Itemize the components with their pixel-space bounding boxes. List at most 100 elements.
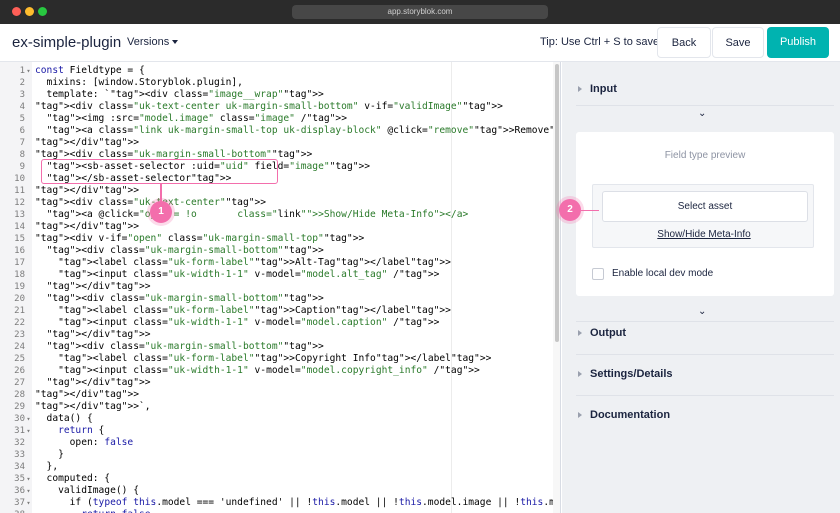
close-window-dot[interactable]: [12, 7, 21, 16]
maximize-window-dot[interactable]: [38, 7, 47, 16]
code-line[interactable]: 3 template: `"tag"><div class="image__wr…: [0, 89, 553, 101]
divider: [576, 395, 834, 396]
code-line[interactable]: 21 "tag"><label class="uk-form-label""ta…: [0, 305, 553, 317]
code-line[interactable]: 5 "tag"><img :src="model.image" class="i…: [0, 113, 553, 125]
fold-toggle-icon[interactable]: ▾: [25, 473, 32, 485]
code-text[interactable]: "tag"><div v-if="open" class="uk-margin-…: [35, 233, 364, 245]
code-line[interactable]: 36 ▾ validImage() {: [0, 485, 553, 497]
code-line[interactable]: 18 "tag"><input class="uk-width-1-1" v-m…: [0, 269, 553, 281]
code-text[interactable]: "tag"><div class="uk-margin-small-bottom…: [35, 341, 324, 353]
code-text[interactable]: }: [35, 449, 64, 461]
section-output-label: Output: [590, 327, 627, 339]
code-line[interactable]: 22 "tag"><input class="uk-width-1-1" v-m…: [0, 317, 553, 329]
code-line[interactable]: 25 "tag"><label class="uk-form-label""ta…: [0, 353, 553, 365]
local-dev-checkbox[interactable]: [592, 268, 604, 280]
code-line[interactable]: 7 "tag"></div"tag">>: [0, 137, 553, 149]
code-text[interactable]: "tag"><label class="uk-form-label""tag">…: [35, 257, 451, 269]
versions-dropdown[interactable]: Versions: [127, 36, 179, 48]
code-text[interactable]: },: [35, 461, 59, 473]
code-line[interactable]: 34 },: [0, 461, 553, 473]
code-text[interactable]: validImage() {: [35, 485, 139, 497]
code-text[interactable]: "tag"></div"tag">>: [35, 329, 151, 341]
code-editor[interactable]: 1 ▾ const Fieldtype = {2 mixins: [window.S…: [0, 62, 561, 513]
section-input[interactable]: Input: [578, 83, 617, 95]
code-line[interactable]: 35 ▾ computed: {: [0, 473, 553, 485]
code-line[interactable]: 12 "tag"><div class="uk-text-center""tag"…: [0, 197, 553, 209]
code-text[interactable]: data() {: [35, 413, 93, 425]
code-line[interactable]: 31 ▾ return {: [0, 425, 553, 437]
code-line[interactable]: 1 ▾ const Fieldtype = {: [0, 65, 553, 77]
code-line[interactable]: 30 ▾ data() {: [0, 413, 553, 425]
code-text[interactable]: "tag"><div class="uk-margin-small-bottom…: [35, 245, 324, 257]
code-line[interactable]: 23 "tag"></div"tag">>: [0, 329, 553, 341]
code-text[interactable]: computed: {: [35, 473, 111, 485]
code-line[interactable]: 14 "tag"></div"tag">>: [0, 221, 553, 233]
code-line[interactable]: 20 "tag"><div class="uk-margin-small-bot…: [0, 293, 553, 305]
code-line[interactable]: 38 return false: [0, 509, 553, 513]
code-line[interactable]: 27 "tag"></div"tag">>: [0, 377, 553, 389]
code-text[interactable]: open: false: [35, 437, 134, 449]
callout-connector: [581, 209, 599, 211]
code-text[interactable]: "tag"><input class="uk-width-1-1" v-mode…: [35, 269, 439, 281]
select-asset-button[interactable]: Select asset: [602, 191, 808, 222]
code-line[interactable]: 4 "tag"><div class="uk-text-center uk-mar…: [0, 101, 553, 113]
code-text[interactable]: return {: [35, 425, 104, 437]
publish-button[interactable]: Publish: [767, 27, 829, 58]
browser-chrome: app.storyblok.com: [0, 0, 840, 24]
code-line[interactable]: 37 ▾ if (typeof this.model === 'undefined…: [0, 497, 560, 509]
section-output[interactable]: Output: [578, 327, 626, 339]
fold-toggle-icon[interactable]: ▾: [25, 413, 32, 425]
code-line[interactable]: 6 "tag"><a class="link uk-margin-small-t…: [0, 125, 560, 137]
fold-toggle-icon[interactable]: ▾: [25, 425, 32, 437]
code-text[interactable]: "tag"><a class="link uk-margin-small-top…: [35, 125, 560, 137]
code-text[interactable]: "tag"></div"tag">>: [35, 281, 151, 293]
address-bar[interactable]: app.storyblok.com: [292, 5, 548, 19]
code-text[interactable]: "tag"><div class="uk-margin-small-bottom…: [35, 293, 324, 305]
chevron-down-icon[interactable]: ⌄: [698, 306, 706, 317]
code-lines[interactable]: 1 ▾ const Fieldtype = {2 mixins: [window.S…: [0, 65, 560, 513]
show-hide-meta-link[interactable]: Show/Hide Meta-Info: [593, 229, 815, 240]
code-text[interactable]: "tag"></div"tag">>: [35, 389, 139, 401]
code-text[interactable]: "tag"><a @click="open = !o class="link""…: [35, 209, 469, 221]
code-text[interactable]: "tag"><img :src="model.image" class="ima…: [35, 113, 347, 125]
code-text[interactable]: return false: [35, 509, 150, 513]
code-line[interactable]: 29 "tag"></div"tag">>`,: [0, 401, 553, 413]
chevron-down-icon[interactable]: ⌄: [698, 108, 706, 119]
code-line[interactable]: 33 }: [0, 449, 553, 461]
back-button[interactable]: Back: [657, 27, 711, 58]
code-text[interactable]: "tag"></div"tag">>: [35, 377, 151, 389]
code-text[interactable]: template: `"tag"><div class="image__wrap…: [35, 89, 324, 101]
code-line[interactable]: 19 "tag"></div"tag">>: [0, 281, 553, 293]
code-text[interactable]: if (typeof this.model === 'undefined' ||…: [35, 497, 560, 509]
fold-toggle-icon[interactable]: ▾: [25, 65, 32, 77]
editor-scrollbar-thumb[interactable]: [555, 64, 559, 342]
section-documentation[interactable]: Documentation: [578, 409, 670, 421]
line-number: 26: [14, 366, 25, 376]
section-settings-details[interactable]: Settings/Details: [578, 368, 673, 380]
code-line[interactable]: 26 "tag"><input class="uk-width-1-1" v-m…: [0, 365, 553, 377]
fold-toggle-icon[interactable]: ▾: [25, 497, 32, 509]
code-line[interactable]: 2 mixins: [window.Storyblok.plugin],: [0, 77, 553, 89]
code-text[interactable]: "tag"><input class="uk-width-1-1" v-mode…: [35, 317, 439, 329]
code-line[interactable]: 11 "tag"></div"tag">>: [0, 185, 553, 197]
code-text[interactable]: "tag"><label class="uk-form-label""tag">…: [35, 353, 491, 365]
code-line[interactable]: 13 "tag"><a @click="open = !o class="lin…: [0, 209, 553, 221]
code-line[interactable]: 24 "tag"><div class="uk-margin-small-bot…: [0, 341, 553, 353]
code-line[interactable]: 32 open: false: [0, 437, 553, 449]
code-text[interactable]: "tag"></div"tag">>: [35, 185, 139, 197]
code-line[interactable]: 15 "tag"><div v-if="open" class="uk-margi…: [0, 233, 553, 245]
minimize-window-dot[interactable]: [25, 7, 34, 16]
code-text[interactable]: "tag"></div"tag">>`,: [35, 401, 151, 413]
code-text[interactable]: mixins: [window.Storyblok.plugin],: [35, 77, 243, 89]
save-button[interactable]: Save: [712, 27, 764, 58]
code-text[interactable]: "tag"><div class="uk-text-center uk-marg…: [35, 101, 503, 113]
code-line[interactable]: 16 "tag"><div class="uk-margin-small-bot…: [0, 245, 553, 257]
code-text[interactable]: "tag"></div"tag">>: [35, 221, 139, 233]
code-line[interactable]: 28 "tag"></div"tag">>: [0, 389, 553, 401]
fold-toggle-icon[interactable]: ▾: [25, 485, 32, 497]
code-line[interactable]: 17 "tag"><label class="uk-form-label""ta…: [0, 257, 553, 269]
code-text[interactable]: const Fieldtype = {: [35, 65, 145, 77]
code-text[interactable]: "tag"></div"tag">>: [35, 137, 139, 149]
code-text[interactable]: "tag"><input class="uk-width-1-1" v-mode…: [35, 365, 480, 377]
code-text[interactable]: "tag"><label class="uk-form-label""tag">…: [35, 305, 451, 317]
